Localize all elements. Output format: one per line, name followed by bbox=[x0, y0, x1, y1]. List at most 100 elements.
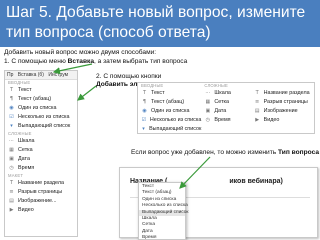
menu-item-label: Несколько из списка bbox=[18, 114, 70, 120]
text-icon: T bbox=[9, 87, 14, 93]
step1-post: , а затем выбрать тип вопроса bbox=[94, 58, 188, 65]
section-title-icon: T bbox=[9, 180, 14, 186]
menu-item-label: Текст (абзац) bbox=[151, 99, 185, 105]
menu-item[interactable]: ⋯ Шкала bbox=[5, 137, 77, 146]
callout-change-type-pre: Если вопрос уже добавлен, то можно измен… bbox=[131, 149, 279, 156]
grid-icon: ▦ bbox=[205, 99, 211, 105]
arrow-to-add-button bbox=[77, 85, 97, 101]
menu-item-label: Выпадающий список bbox=[18, 123, 71, 129]
menu-item[interactable]: ◷ Время bbox=[5, 164, 77, 173]
menu-item-tools[interactable]: Инструм bbox=[48, 72, 68, 78]
menu-item-label: Текст (абзац) bbox=[18, 96, 52, 102]
menu-item-label: Видео bbox=[263, 117, 280, 123]
menu-item[interactable]: ≡ Разрыв страницы bbox=[5, 188, 77, 197]
callout-change-type-bold: Тип вопроса bbox=[278, 149, 320, 156]
menu-item-prev[interactable]: Пр bbox=[7, 72, 13, 78]
intro-text: Добавить новый вопрос можно двумя способ… bbox=[4, 49, 157, 56]
question-type-dropdown[interactable]: Текст Текст (абзац) Один из списка Нескольк… bbox=[138, 182, 189, 240]
section-title-icon: T bbox=[255, 90, 259, 96]
step1-bold: Вставка bbox=[67, 58, 94, 65]
menu-item[interactable]: T Название раздела bbox=[251, 89, 314, 98]
menu-item-label: Сетка bbox=[18, 147, 33, 153]
menu-item[interactable]: ☑ Несколько из списка bbox=[138, 116, 202, 125]
menu-item[interactable]: ◷ Время bbox=[201, 116, 250, 125]
scale-icon: ⋯ bbox=[9, 138, 14, 144]
menu-item[interactable]: ≡ Разрыв страницы bbox=[251, 98, 314, 107]
video-icon: ▶ bbox=[255, 117, 260, 123]
menu-item-insert[interactable]: Вставка (б) bbox=[18, 72, 44, 78]
menu-item[interactable]: ▤ Изображение... bbox=[5, 197, 77, 206]
menu-item[interactable]: T Текст bbox=[5, 86, 77, 95]
date-icon: ▣ bbox=[9, 156, 14, 162]
menu-item[interactable]: ▾ Выпадающий список bbox=[5, 122, 77, 131]
insert-menu-panel: Пр Вставка (б) Инструм ВВОДНЫЕ T Текст ¶ Тек… bbox=[4, 70, 78, 237]
paragraph-icon: ¶ bbox=[9, 96, 14, 102]
menu-item-label: Видео bbox=[18, 207, 34, 213]
menu-item-label: Несколько из списка bbox=[149, 117, 202, 123]
dropdown-option[interactable]: Время bbox=[139, 235, 185, 240]
dropdown-icon: ▾ bbox=[142, 126, 145, 132]
add-item-column: СЛОЖНЫЕ ⋯ Шкала ▦ Сетка ▣ Дата ◷ Время bbox=[201, 83, 250, 133]
menu-item[interactable]: ▦ Сетка bbox=[201, 98, 250, 107]
menu-item-label: Разрыв страницы bbox=[263, 99, 308, 105]
menu-item[interactable]: ¶ Текст (абзац) bbox=[5, 95, 77, 104]
menu-item-label: Сетка bbox=[214, 99, 230, 105]
menu-item-label: Время bbox=[18, 165, 35, 171]
menu-item[interactable]: ☑ Несколько из списка bbox=[5, 113, 77, 122]
radio-icon: ◉ bbox=[142, 108, 147, 114]
callout-add-item-line1: 2. С помощью кнопки bbox=[96, 73, 162, 80]
menu-item[interactable]: ▾ Выпадающий список bbox=[138, 125, 202, 133]
menu-item-label: Текст bbox=[18, 87, 32, 93]
menu-item[interactable]: ¶ Текст (абзац) bbox=[138, 98, 201, 107]
menu-item-label: Выпадающий список bbox=[149, 126, 202, 132]
checkbox-icon: ☑ bbox=[9, 114, 14, 120]
menu-item-label: Название раздела bbox=[263, 90, 310, 96]
menu-item-label: Один из списка bbox=[151, 108, 190, 114]
menu-item-label: Название раздела bbox=[18, 180, 64, 186]
menu-item-label: Один из списка bbox=[18, 105, 57, 111]
page-break-icon: ≡ bbox=[255, 99, 260, 105]
dropdown-icon: ▾ bbox=[10, 123, 13, 129]
menu-item[interactable]: T Текст bbox=[138, 89, 201, 98]
menu-item[interactable]: ◉ Один из списка bbox=[138, 107, 201, 116]
menu-item[interactable]: ▣ Дата bbox=[5, 155, 77, 164]
menu-item[interactable]: ▣ Дата bbox=[201, 107, 250, 116]
time-icon: ◷ bbox=[205, 117, 211, 123]
add-item-column: T Название раздела ≡ Разрыв страницы ▤ Изобра… bbox=[251, 83, 314, 133]
menu-item[interactable]: ⋯ Шкала bbox=[201, 89, 250, 98]
menu-item-label: Дата bbox=[214, 108, 227, 114]
step1-num: 1. bbox=[4, 58, 10, 65]
menu-item-label: Шкала bbox=[214, 90, 231, 96]
insert-menu-list: ВВОДНЫЕ T Текст ¶ Текст (абзац) ◉ Один из спис… bbox=[5, 80, 77, 215]
scale-icon: ⋯ bbox=[205, 90, 211, 96]
callout-change-type: Если вопрос уже добавлен, то можно измен… bbox=[131, 149, 319, 157]
menu-item[interactable]: ◉ Один из списка bbox=[5, 104, 77, 113]
radio-icon: ◉ bbox=[9, 105, 14, 111]
image-icon: ▤ bbox=[254, 108, 260, 114]
dropdown-option[interactable]: Несколько из списка bbox=[139, 203, 188, 209]
menu-item[interactable]: ▶ Видео bbox=[251, 116, 314, 125]
step1-pre: С помощью меню bbox=[11, 58, 68, 65]
menu-item[interactable]: ▦ Сетка bbox=[5, 146, 77, 155]
slide-header: Шаг 5. Добавьте новый вопрос, измените т… bbox=[0, 0, 320, 47]
text-icon: T bbox=[142, 90, 147, 96]
menu-item[interactable]: T Название раздела bbox=[5, 179, 77, 188]
menu-item-label: Изображение bbox=[263, 108, 298, 114]
grid-icon: ▦ bbox=[9, 147, 14, 153]
checkbox-icon: ☑ bbox=[141, 117, 147, 123]
menu-item-label: Время bbox=[214, 117, 231, 123]
page-break-icon: ≡ bbox=[9, 189, 14, 195]
menu-item-label: Шкала bbox=[18, 138, 35, 144]
add-item-column: ВВОДНЫЕ T Текст ¶ Текст (абзац) ◉ Один из спис… bbox=[138, 83, 202, 133]
paragraph-icon: ¶ bbox=[142, 99, 147, 105]
slide-title: Шаг 5. Добавьте новый вопрос, измените т… bbox=[6, 4, 306, 41]
add-item-columns: ВВОДНЫЕ T Текст ¶ Текст (абзац) ◉ Один из спис… bbox=[138, 83, 314, 133]
menu-item-label: Текст bbox=[151, 90, 165, 96]
menu-item-label: Разрыв страницы bbox=[18, 189, 63, 195]
menu-item[interactable]: ▶ Видео bbox=[5, 206, 77, 215]
menu-item[interactable]: ▤ Изображение bbox=[251, 107, 314, 116]
step1-text: 1. С помощью меню Вставка, а затем выбра… bbox=[4, 58, 187, 66]
time-icon: ◷ bbox=[9, 165, 14, 171]
image-icon: ▤ bbox=[9, 198, 14, 204]
dropdown-option[interactable]: Выпадающий список bbox=[139, 209, 189, 216]
